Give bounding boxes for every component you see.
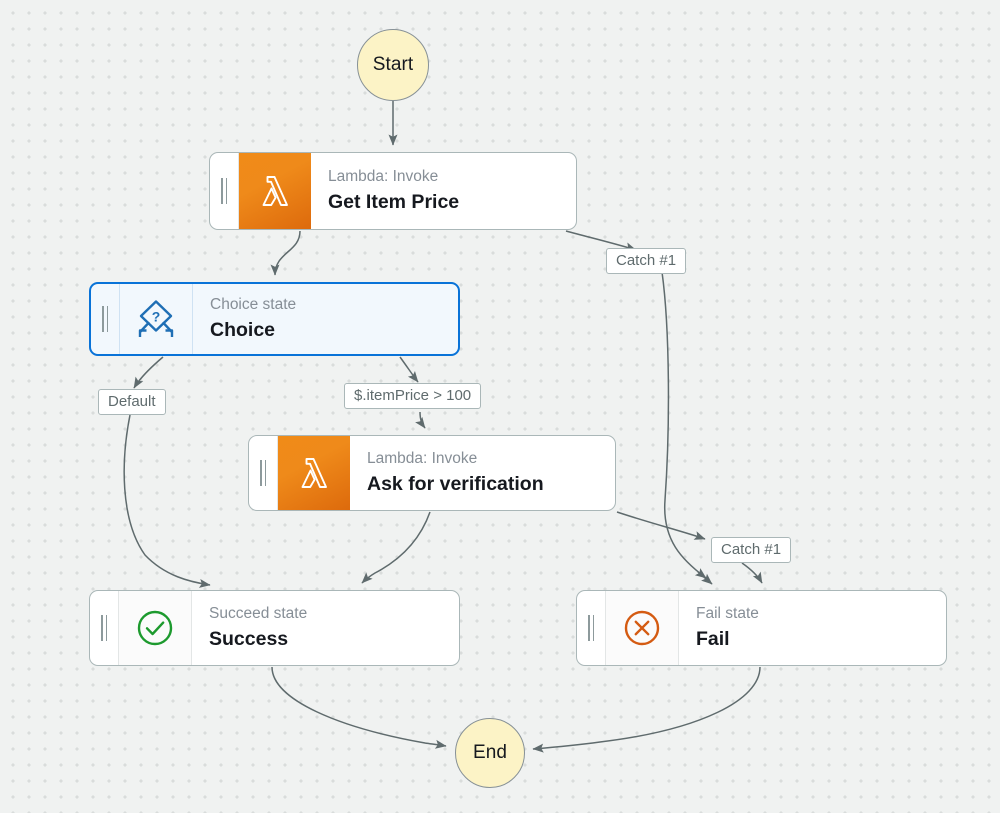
edge-catch1-top-descend xyxy=(661,271,707,579)
drag-handle-success[interactable] xyxy=(90,591,119,665)
state-ask-for-verification[interactable]: Lambda: Invoke Ask for verification xyxy=(248,435,616,511)
edge-label-catch-1-bottom[interactable]: Catch #1 xyxy=(711,537,792,564)
edge-condition-to-ask xyxy=(415,411,426,429)
state-get-item-price[interactable]: Lambda: Invoke Get Item Price xyxy=(209,152,577,230)
drag-handle-choice[interactable] xyxy=(91,284,120,354)
edge-choice-to-default-label xyxy=(133,356,164,389)
edge-get-item-price-to-choice xyxy=(270,230,301,276)
edge-label-default[interactable]: Default xyxy=(98,389,166,416)
state-title-label: Ask for verification xyxy=(367,472,544,495)
state-fail[interactable]: Fail state Fail xyxy=(576,590,947,666)
edge-fail-to-end xyxy=(532,666,761,753)
edge-default-to-success xyxy=(123,414,211,588)
state-labels-get-item-price: Lambda: Invoke Get Item Price xyxy=(311,153,576,229)
workflow-canvas[interactable]: Start Lambda: Invoke Get Item Price ? Ch… xyxy=(0,0,1000,813)
state-type-label: Succeed state xyxy=(209,604,308,622)
edge-ask-to-catch1-label xyxy=(616,511,706,540)
check-circle-icon xyxy=(119,591,192,665)
edge-choice-to-condition-label xyxy=(399,356,419,383)
state-choice[interactable]: ? Choice state Choice xyxy=(89,282,460,356)
lambda-icon xyxy=(278,436,350,510)
start-node[interactable]: Start xyxy=(357,29,429,101)
edge-label-catch-1-top[interactable]: Catch #1 xyxy=(606,248,687,275)
drag-handle-fail[interactable] xyxy=(577,591,606,665)
start-node-label: Start xyxy=(372,54,414,75)
choice-diamond-icon: ? xyxy=(120,284,193,354)
state-title-label: Fail xyxy=(696,627,730,650)
state-labels-fail: Fail state Fail xyxy=(679,591,946,665)
end-node-label: End xyxy=(472,742,508,763)
state-type-label: Choice state xyxy=(210,295,297,313)
edge-ask-to-success xyxy=(361,511,431,584)
end-node[interactable]: End xyxy=(455,718,525,788)
state-title-label: Choice xyxy=(210,318,276,341)
state-labels-choice: Choice state Choice xyxy=(193,284,458,354)
x-circle-icon xyxy=(606,591,679,665)
state-type-label: Lambda: Invoke xyxy=(328,167,439,185)
edge-success-to-end xyxy=(271,666,447,749)
state-labels-ask-for-verification: Lambda: Invoke Ask for verification xyxy=(350,436,615,510)
state-title-label: Success xyxy=(209,627,289,650)
state-type-label: Lambda: Invoke xyxy=(367,449,478,467)
drag-handle-get-item-price[interactable] xyxy=(210,153,239,229)
state-labels-success: Succeed state Success xyxy=(192,591,459,665)
state-type-label: Fail state xyxy=(696,604,759,622)
state-title-label: Get Item Price xyxy=(328,190,460,213)
svg-text:?: ? xyxy=(152,309,161,325)
lambda-icon xyxy=(239,153,311,229)
edge-catch1-top-arrowhead xyxy=(697,571,713,585)
edge-label-item-price-condition[interactable]: $.itemPrice > 100 xyxy=(344,383,482,410)
edge-catch1-bottom-to-fail xyxy=(741,562,763,584)
state-success[interactable]: Succeed state Success xyxy=(89,590,460,666)
drag-handle-ask-for-verification[interactable] xyxy=(249,436,278,510)
